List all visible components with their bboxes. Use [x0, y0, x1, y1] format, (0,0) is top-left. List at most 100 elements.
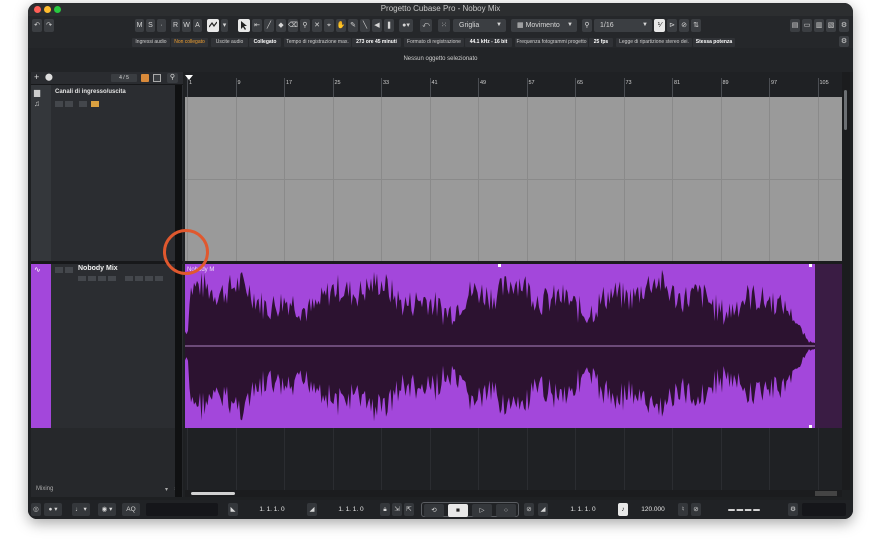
- status-settings-icon[interactable]: ⚙: [839, 36, 849, 47]
- track-read-button[interactable]: [79, 101, 87, 107]
- listen-button[interactable]: ·: [157, 19, 166, 32]
- gear-icon[interactable]: ⚙: [839, 19, 849, 32]
- monitor-button[interactable]: [88, 276, 96, 281]
- lane-button[interactable]: [135, 276, 143, 281]
- add-track-icon[interactable]: +: [34, 73, 43, 82]
- read-automation-button[interactable]: R: [171, 19, 180, 32]
- iterative-quantize-button[interactable]: ⅟: [654, 19, 665, 32]
- track-solo-button[interactable]: [65, 101, 73, 107]
- audio-track-lane[interactable]: Nobody M: [185, 264, 842, 428]
- track-settings-button[interactable]: [155, 276, 163, 281]
- mute-button[interactable]: M: [135, 19, 144, 32]
- lower-zone-button[interactable]: ▭: [802, 19, 812, 32]
- draw-tool[interactable]: ✎: [348, 19, 358, 32]
- position-value[interactable]: 1. 1. 1. 0: [552, 503, 614, 516]
- aq-button[interactable]: AQ: [122, 503, 140, 516]
- zoom-tool[interactable]: ⚲: [300, 19, 310, 32]
- color-tool[interactable]: ❚: [384, 19, 394, 32]
- audio-event[interactable]: Nobody M: [185, 264, 815, 428]
- track-presets-icon[interactable]: ⬤: [45, 73, 54, 82]
- cycle-button[interactable]: ⟲: [424, 504, 444, 517]
- line-tool[interactable]: ╲: [360, 19, 370, 32]
- range-tool[interactable]: ⇤: [252, 19, 262, 32]
- right-locator-icon[interactable]: ◢: [307, 503, 317, 516]
- horizontal-scroll-thumb[interactable]: [191, 492, 235, 495]
- performance-meter[interactable]: ◎: [31, 503, 41, 516]
- punch-out-button[interactable]: ⇱: [404, 503, 414, 516]
- transport-extra[interactable]: [802, 503, 846, 516]
- right-zone-button[interactable]: ▧: [826, 19, 836, 32]
- time-warp-tool[interactable]: ⌖: [324, 19, 334, 32]
- inspector-button[interactable]: ▥: [814, 19, 824, 32]
- quantize-mode-dropdown[interactable]: ▦ Movimento ▼: [511, 19, 577, 32]
- auto-scroll-button[interactable]: ⤺: [420, 19, 432, 32]
- left-locator-icon[interactable]: ◣: [228, 503, 238, 516]
- undo-button[interactable]: ↶: [32, 19, 42, 32]
- color-palette-button[interactable]: ●▾: [399, 19, 413, 32]
- empty-lane[interactable]: [185, 428, 842, 490]
- tempo-icon[interactable]: ♪: [618, 503, 628, 516]
- timeline-ruler[interactable]: 1 9 17 25 33 41 49 57 65 73 81 89 97 105: [185, 72, 842, 97]
- automation-dropdown-button[interactable]: ▾: [221, 19, 228, 32]
- track-list-scroll[interactable]: [175, 85, 182, 497]
- signature-button[interactable]: ♮: [678, 503, 688, 516]
- track-mute-button[interactable]: [55, 101, 63, 107]
- solo-button[interactable]: S: [146, 19, 155, 32]
- object-selection-tool[interactable]: [238, 19, 250, 32]
- io-track-header[interactable]: ▆ ♫ Canali di ingresso/uscita: [31, 85, 183, 261]
- left-zone-button[interactable]: ▤: [790, 19, 800, 32]
- apply-quantize-button[interactable]: ⊳: [667, 19, 677, 32]
- read-automation-track-button[interactable]: [98, 276, 106, 281]
- snap-type-dropdown[interactable]: Griglia ▼: [453, 19, 506, 32]
- redo-button[interactable]: ↷: [44, 19, 54, 32]
- sync-button[interactable]: ⊘: [524, 503, 534, 516]
- visibility-icon[interactable]: [153, 74, 161, 82]
- tempo-value[interactable]: 120.000: [631, 503, 675, 516]
- track-mute-button[interactable]: [55, 267, 63, 273]
- metronome-dropdown[interactable]: ♩ ▾: [72, 503, 90, 516]
- split-tool[interactable]: ╱: [264, 19, 274, 32]
- glue-tool[interactable]: ◆: [276, 19, 286, 32]
- track-solo-button[interactable]: [65, 267, 73, 273]
- chevron-down-icon[interactable]: ▾: [165, 486, 168, 493]
- write-automation-button[interactable]: W: [182, 19, 191, 32]
- track-edit-button[interactable]: [91, 101, 99, 107]
- record-mode-dropdown[interactable]: ● ▾: [44, 503, 62, 516]
- marker-button[interactable]: ⊘: [691, 503, 701, 516]
- mute-tool[interactable]: ✋: [336, 19, 346, 32]
- lock-button[interactable]: [125, 276, 133, 281]
- io-track-lane[interactable]: [185, 97, 842, 261]
- write-automation-track-button[interactable]: [108, 276, 116, 281]
- play-tool[interactable]: ◀: [372, 19, 382, 32]
- folder-view-icon[interactable]: [141, 74, 149, 82]
- mixconsole-button[interactable]: ⇅: [691, 19, 701, 32]
- horizontal-scrollbar[interactable]: [185, 490, 842, 497]
- quantize-panel-button[interactable]: ⊘: [679, 19, 689, 32]
- erase-tool[interactable]: ⌫: [288, 19, 298, 32]
- stop-button[interactable]: ■: [448, 504, 468, 517]
- right-locator-value[interactable]: 1. 1. 1. 0: [320, 503, 382, 516]
- punch-in-button[interactable]: ⇲: [392, 503, 402, 516]
- settings-button[interactable]: ⚙: [788, 503, 798, 516]
- quantize-settings-button[interactable]: ⚲: [582, 19, 592, 32]
- quantize-value-dropdown[interactable]: 1/16 ▼: [594, 19, 652, 32]
- play-button[interactable]: ▷: [472, 504, 492, 517]
- audio-track-header[interactable]: ∿ Nobody Mix: [31, 264, 183, 428]
- snap-toggle-button[interactable]: ⁙: [438, 19, 450, 32]
- vertical-scroll-thumb[interactable]: [844, 90, 847, 130]
- grid-line: [381, 428, 382, 490]
- timebase-button[interactable]: [145, 276, 153, 281]
- record-button[interactable]: ○: [496, 504, 516, 517]
- zoom-slider[interactable]: [815, 491, 837, 496]
- sync-dropdown[interactable]: ◉ ▾: [98, 503, 116, 516]
- record-enable-button[interactable]: [78, 276, 86, 281]
- playhead-marker[interactable]: [185, 75, 193, 80]
- lock-icon[interactable]: 🔒︎: [380, 503, 390, 516]
- automation-mode-button[interactable]: A: [193, 19, 202, 32]
- automation-panel-button[interactable]: [207, 19, 219, 32]
- vertical-scrollbar[interactable]: [842, 72, 850, 490]
- comp-tool[interactable]: ✕: [312, 19, 322, 32]
- position-icon[interactable]: ◢: [538, 503, 548, 516]
- left-locator-value[interactable]: 1. 1. 1. 0: [241, 503, 303, 516]
- search-icon[interactable]: ⚲: [167, 73, 178, 83]
